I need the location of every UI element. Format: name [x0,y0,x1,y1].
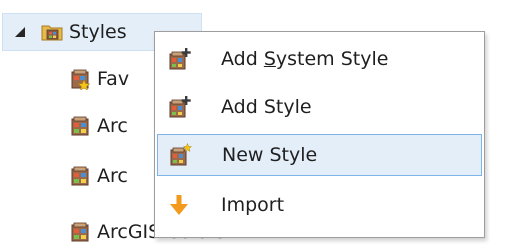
tree-item-arc-1[interactable]: Arc [69,107,128,145]
add-style-icon [169,48,191,70]
context-menu: Add System Style Add Style New Style Imp… [154,31,485,238]
tree-item-label: Fav [97,67,130,90]
menu-item-label: New Style [222,143,318,166]
style-icon [71,116,89,136]
menu-item-new-style[interactable]: New Style [157,134,482,176]
menu-item-label: Add Style [221,95,312,118]
tree-item-label: Styles [69,20,127,43]
styles-folder-icon [41,25,63,41]
import-arrow-icon [170,195,188,215]
style-icon [71,222,89,242]
menu-item-add-style[interactable]: Add Style [157,86,482,128]
tree-item-arc-2[interactable]: Arc [69,157,128,195]
catalog-pane: Styles Fav Arc Arc ArcGIS Add System Sty… [0,0,509,246]
style-icon [71,166,89,186]
menu-item-import[interactable]: Import [157,184,482,226]
add-style-icon [169,96,191,118]
menu-item-add-system-style[interactable]: Add System Style [157,38,482,80]
favorites-style-icon [71,69,91,90]
tree-item-label: Arc [97,164,128,187]
new-style-icon [170,143,192,166]
tree-item-label: Arc [97,114,128,137]
collapse-triangle-icon[interactable] [13,25,27,39]
tree-item-favorites[interactable]: Fav [69,60,129,98]
menu-item-label: Add System Style [221,47,389,70]
menu-item-label: Import [221,193,285,216]
